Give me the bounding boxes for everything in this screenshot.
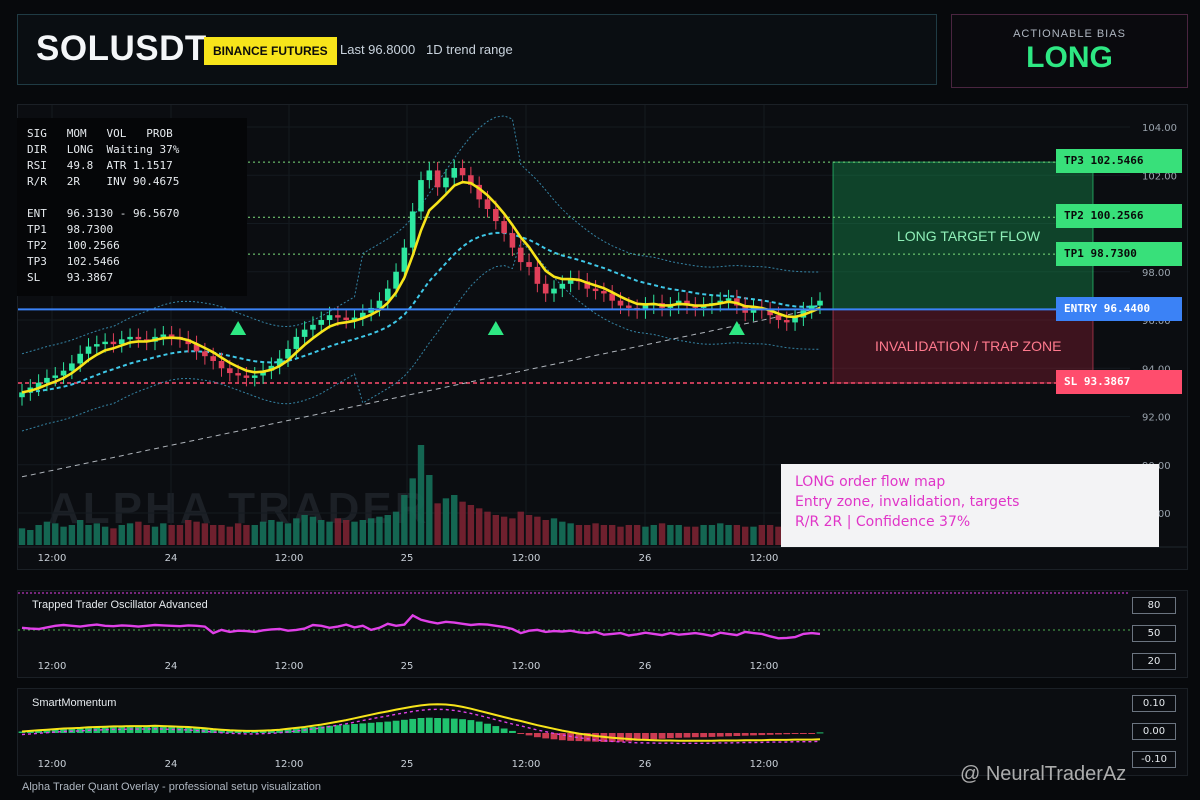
momentum-bar: [758, 733, 766, 736]
momentum-bar: [376, 722, 383, 733]
momentum-bar: [791, 733, 799, 734]
momentum-bar: [592, 733, 599, 742]
x-tick-label: 25: [401, 759, 414, 770]
momentum-bar: [459, 719, 466, 733]
momentum-bar: [525, 733, 533, 736]
mom-axis-label: 0.00: [1132, 723, 1176, 740]
momentum-bar: [517, 733, 525, 734]
x-tick-label: 24: [165, 759, 178, 770]
momentum-bar: [816, 732, 824, 734]
momentum-bar: [425, 717, 433, 733]
momentum-bar: [550, 733, 558, 740]
mom-axis-label: -0.10: [1132, 751, 1176, 768]
momentum-bar: [509, 730, 516, 733]
momentum-bar: [799, 733, 807, 734]
watermark: @ NeuralTraderAz: [960, 763, 1127, 785]
momentum-bar: [417, 718, 425, 733]
momentum-bar: [392, 720, 400, 733]
footer-text: Alpha Trader Quant Overlay - professiona…: [22, 781, 321, 793]
momentum-bar: [467, 720, 475, 733]
momentum-bar: [450, 718, 458, 733]
momentum-bar: [400, 719, 408, 733]
momentum-bar: [434, 718, 442, 733]
momentum-bar: [691, 733, 699, 738]
momentum-bar: [783, 733, 791, 735]
momentum-bar: [500, 728, 508, 733]
momentum-bar: [733, 733, 741, 736]
momentum-bar: [650, 733, 658, 740]
momentum-bar: [409, 718, 417, 733]
momentum-bar: [492, 726, 500, 733]
momentum-bar: [484, 723, 491, 733]
x-tick-label: 12:00: [512, 759, 541, 770]
momentum-bar: [359, 723, 367, 733]
momentum-bar: [750, 733, 757, 736]
x-tick-label: 12:00: [275, 759, 304, 770]
momentum-bar: [725, 733, 732, 737]
momentum-bar: [367, 722, 375, 733]
momentum-bar: [384, 721, 392, 733]
momentum-bar: [533, 733, 541, 738]
x-tick-label: 26: [639, 759, 652, 770]
momentum-bar: [675, 733, 683, 738]
momentum-bar: [716, 733, 724, 737]
momentum-bar: [342, 724, 350, 733]
momentum-bar: [741, 733, 749, 736]
momentum-bar: [351, 724, 358, 733]
momentum-bar: [766, 733, 774, 735]
x-tick-label: 12:00: [750, 759, 779, 770]
mom-axis-label: 0.10: [1132, 695, 1176, 712]
momentum-bar: [808, 733, 816, 734]
momentum-bar: [700, 733, 708, 738]
momentum-bar: [658, 733, 666, 739]
momentum-bar: [542, 733, 550, 739]
momentum-bar: [683, 733, 691, 738]
momentum-bar: [708, 733, 716, 737]
momentum-chart[interactable]: 12:00 24 12:00 25 12:00 26 12:00: [0, 0, 1200, 800]
x-tick-label: 12:00: [38, 759, 67, 770]
momentum-bar: [442, 718, 450, 733]
momentum-bar: [775, 733, 782, 735]
momentum-bar: [666, 733, 674, 739]
momentum-bar: [475, 721, 483, 733]
momentum-bar: [334, 725, 342, 733]
